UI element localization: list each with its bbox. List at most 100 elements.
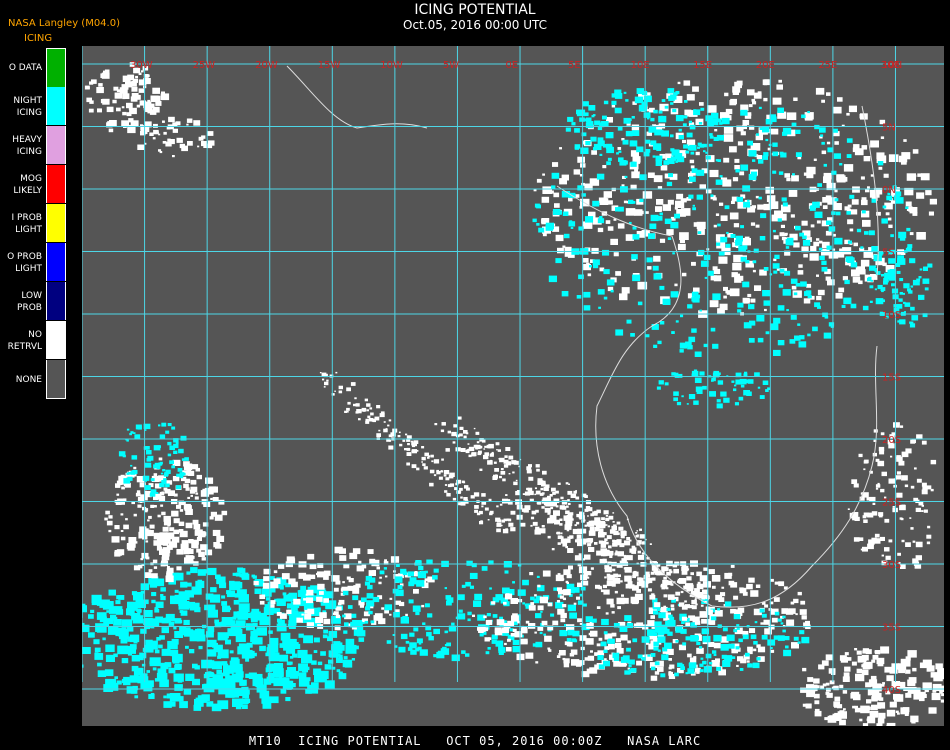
cloud-cell (878, 446, 885, 452)
cloud-cell (402, 616, 408, 621)
lon-label: 15W (318, 60, 341, 71)
cloud-cell (562, 597, 566, 601)
cloud-cell (469, 585, 474, 589)
cloud-cell (558, 589, 564, 595)
cloud-cell (178, 529, 184, 533)
cloud-cell (916, 232, 926, 240)
cloud-cell (649, 223, 657, 229)
cloud-cell (725, 243, 731, 248)
cloud-cell (679, 342, 688, 349)
cloud-cell (153, 505, 157, 508)
cloud-cell (763, 97, 768, 102)
cloud-cell (699, 102, 704, 106)
cloud-cell (912, 211, 918, 216)
cloud-cell (929, 198, 937, 205)
cloud-cell (639, 534, 646, 539)
cloud-cell (84, 85, 90, 90)
cloud-cell (922, 485, 928, 490)
cloud-cell (583, 603, 587, 607)
cloud-cell (201, 557, 206, 561)
lon-label: 20W (255, 60, 278, 71)
cloud-cell (559, 650, 566, 656)
cloud-cell (801, 220, 808, 226)
cloud-cell (763, 267, 769, 271)
cloud-cell (157, 675, 163, 680)
cloud-cell (813, 241, 820, 247)
cloud-cell (193, 120, 201, 126)
cloud-cell (467, 443, 470, 445)
cloud-cell (144, 644, 154, 653)
cloud-cell (773, 235, 779, 240)
cloud-cell (772, 97, 782, 105)
cloud-cell (605, 524, 608, 526)
cloud-cell (433, 474, 437, 477)
cloud-cell (709, 133, 713, 136)
cloud-cell (105, 510, 110, 515)
cloud-cell (198, 551, 205, 557)
cloud-cell (160, 587, 166, 592)
cloud-cell (576, 596, 580, 600)
cloud-cell (94, 653, 104, 660)
cloud-cell (740, 256, 747, 262)
cloud-cell (615, 329, 624, 336)
cloud-cell (130, 464, 133, 467)
cloud-cell (692, 86, 699, 92)
cloud-cell (760, 622, 764, 625)
cloud-cell (407, 647, 413, 651)
cloud-cell (591, 618, 597, 623)
cloud-cell (627, 575, 631, 579)
cloud-cell (874, 288, 877, 291)
cloud-cell (338, 385, 343, 390)
cloud-cell (133, 432, 136, 434)
cloud-cell (613, 540, 618, 544)
cloud-cell (136, 104, 141, 108)
cloud-cell (384, 604, 392, 611)
cloud-cell (742, 281, 750, 288)
cloud-cell (623, 200, 628, 204)
cloud-cell (659, 321, 665, 325)
cloud-cell (379, 570, 385, 575)
cloud-cell (731, 200, 735, 204)
cloud-cell (882, 205, 887, 209)
cloud-cell (702, 385, 707, 390)
cloud-cell (300, 585, 307, 591)
cloud-cell (457, 416, 462, 420)
cloud-cell (759, 608, 765, 613)
cloud-cell (763, 619, 770, 625)
cloud-cell (821, 99, 825, 103)
cloud-cell (931, 693, 941, 701)
cloud-cell (928, 211, 934, 216)
cloud-cell (650, 140, 657, 146)
cloud-cell (617, 606, 621, 610)
cloud-cell (499, 475, 502, 479)
cloud-cell (229, 581, 241, 591)
cloud-cell (361, 597, 367, 603)
cloud-cell (255, 683, 261, 688)
cloud-cell (338, 671, 343, 675)
cloud-cell (853, 483, 859, 488)
cloud-cell (548, 275, 557, 283)
cloud-cell (632, 638, 638, 643)
cloud-cell (389, 597, 393, 600)
cloud-cell (412, 605, 421, 612)
lat-label: 35S (882, 623, 901, 634)
cloud-cell (896, 270, 901, 274)
cloud-cell (916, 478, 922, 483)
cloud-cell (134, 695, 139, 699)
cloud-cell (684, 100, 688, 103)
cloud-cell (663, 576, 667, 580)
cloud-cell (907, 679, 916, 687)
cloud-cell (782, 615, 786, 619)
cloud-cell (185, 645, 189, 649)
cloud-cell (699, 669, 704, 673)
cloud-cell (457, 594, 465, 601)
cloud-cell (678, 602, 685, 607)
cloud-cell (172, 155, 175, 158)
cloud-cell (910, 285, 914, 288)
cloud-cell (113, 619, 122, 626)
cloud-cell (850, 303, 857, 309)
cloud-cell (388, 419, 392, 422)
cloud-cell (259, 600, 265, 605)
cloud-cell (870, 140, 879, 148)
cloud-cell (734, 277, 742, 283)
